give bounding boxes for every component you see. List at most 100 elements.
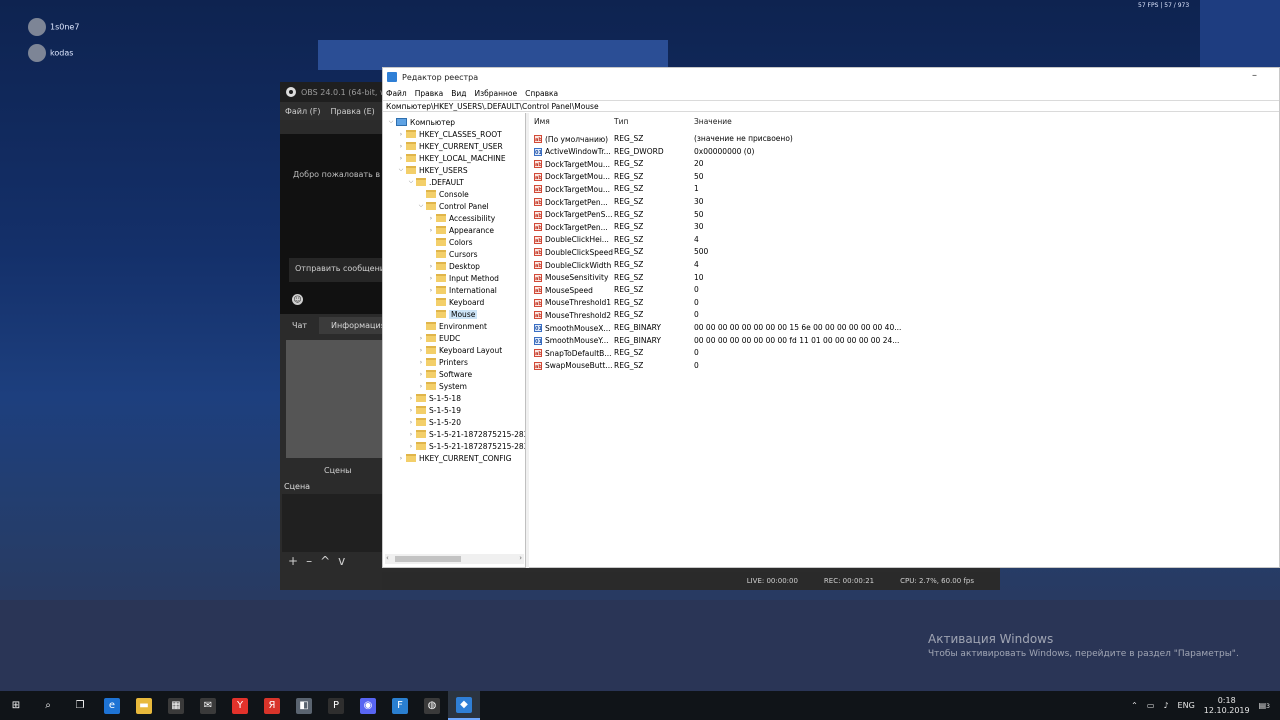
tree-node[interactable]: ⌵ Control Panel xyxy=(417,200,489,212)
tree-node[interactable]: › International xyxy=(427,284,497,296)
tree-node[interactable]: › S-1-5-19 xyxy=(407,404,461,416)
table-row[interactable]: ab DockTargetMou... xyxy=(534,171,610,183)
chevron-right-icon[interactable]: › xyxy=(397,143,405,150)
table-row[interactable]: ab MouseSpeed xyxy=(534,284,593,296)
tree-node[interactable]: › S-1-5-21-1872875215-2837 xyxy=(407,428,525,440)
emoji-icon[interactable]: ☺ xyxy=(292,294,303,305)
chevron-down-icon[interactable]: ⌵ xyxy=(407,178,415,186)
scrollbar-thumb[interactable] xyxy=(395,556,461,562)
chevron-right-icon[interactable]: › xyxy=(397,131,405,138)
volume-icon[interactable]: ♪ xyxy=(1163,701,1168,710)
menu-edit[interactable]: Правка xyxy=(415,89,444,98)
obs-menu-edit[interactable]: Правка (E) xyxy=(331,107,375,116)
table-row[interactable]: ab DoubleClickWidth xyxy=(534,259,611,271)
menu-help[interactable]: Справка xyxy=(525,89,558,98)
tree-node[interactable]: Console xyxy=(417,188,469,200)
tree-node[interactable]: ⌵ Компьютер xyxy=(387,116,455,128)
start-button[interactable]: ⊞ xyxy=(0,691,32,720)
tree-node[interactable]: ⌵ HKEY_USERS xyxy=(397,164,468,176)
table-row[interactable]: ab DockTargetMou... xyxy=(534,158,610,170)
chevron-right-icon[interactable]: › xyxy=(427,227,435,234)
obs-chat-input[interactable]: Отправить сообщение xyxy=(289,258,382,282)
table-row[interactable]: ab SwapMouseButt... xyxy=(534,360,613,372)
tree-node[interactable]: Mouse xyxy=(427,308,478,320)
tree-node[interactable]: Keyboard xyxy=(427,296,484,308)
registry-editor-window[interactable]: Редактор реестра – Файл Правка Вид Избра… xyxy=(382,67,1280,568)
chevron-right-icon[interactable]: › xyxy=(407,431,415,438)
table-row[interactable]: ab DoubleClickSpeed xyxy=(534,246,613,258)
tree-node[interactable]: › S-1-5-21-1872875215-2837 xyxy=(407,440,525,452)
regedit-icon[interactable]: ◆ xyxy=(448,691,480,720)
chevron-right-icon[interactable]: › xyxy=(427,275,435,282)
discord-icon[interactable]: ◉ xyxy=(352,691,384,720)
table-row[interactable]: ab MouseThreshold1 xyxy=(534,297,611,309)
tree-node[interactable]: › EUDC xyxy=(417,332,460,344)
network-icon[interactable]: ▭ xyxy=(1147,701,1155,710)
tab-chat[interactable]: Чат xyxy=(280,317,319,334)
chevron-right-icon[interactable]: › xyxy=(417,371,425,378)
obs-menu-file[interactable]: Файл (F) xyxy=(285,107,321,116)
search-icon[interactable]: ⌕ xyxy=(32,691,64,720)
menu-favorites[interactable]: Избранное xyxy=(475,89,518,98)
chevron-right-icon[interactable]: › xyxy=(407,443,415,450)
column-header-type[interactable]: Тип xyxy=(614,117,628,126)
menu-view[interactable]: Вид xyxy=(451,89,466,98)
language-indicator[interactable]: ENG xyxy=(1178,701,1195,710)
chevron-right-icon[interactable]: › xyxy=(397,455,405,462)
chevron-right-icon[interactable]: › xyxy=(417,383,425,390)
tree-node[interactable]: › S-1-5-20 xyxy=(407,416,461,428)
tree-node[interactable]: Colors xyxy=(427,236,473,248)
regedit-titlebar[interactable]: Редактор реестра xyxy=(383,68,1279,86)
table-row[interactable]: ab DockTargetPen... xyxy=(534,196,608,208)
table-row[interactable]: ab MouseThreshold2 xyxy=(534,309,611,321)
table-row[interactable]: ab MouseSensitivity xyxy=(534,272,608,284)
notifications-icon[interactable]: ▤3 xyxy=(1259,701,1270,710)
chevron-right-icon[interactable]: › xyxy=(417,347,425,354)
clock[interactable]: 0:18 12.10.2019 xyxy=(1204,696,1250,716)
table-row[interactable]: ab DockTargetPenS... xyxy=(534,209,613,221)
tree-node[interactable]: ⌵ .DEFAULT xyxy=(407,176,464,188)
tree-node[interactable]: › Appearance xyxy=(427,224,494,236)
tree-node[interactable]: Cursors xyxy=(427,248,478,260)
menu-file[interactable]: Файл xyxy=(386,89,407,98)
scene-item[interactable]: Сцена xyxy=(284,482,310,491)
chevron-right-icon[interactable]: › xyxy=(407,407,415,414)
registry-tree[interactable]: ⌵ Компьютер › HKEY_CLASSES_ROOT › HKEY_CURREN… xyxy=(383,113,526,568)
yandex-icon[interactable]: Я xyxy=(256,691,288,720)
values-list[interactable]: Имя Тип Значение ab (По умолчанию) REG_SZ(… xyxy=(529,113,1279,568)
tree-node[interactable]: › Keyboard Layout xyxy=(417,344,502,356)
store-icon[interactable]: ▦ xyxy=(160,691,192,720)
tree-node[interactable]: › Accessibility xyxy=(427,212,495,224)
task-view-icon[interactable]: ❐ xyxy=(64,691,96,720)
column-header-name[interactable]: Имя xyxy=(534,117,550,126)
mail-icon[interactable]: ✉ xyxy=(192,691,224,720)
minimize-button[interactable]: – xyxy=(1252,70,1257,81)
column-header-value[interactable]: Значение xyxy=(694,117,732,126)
tree-horizontal-scrollbar[interactable]: ‹ › xyxy=(385,554,524,564)
table-row[interactable]: ab DoubleClickHei... xyxy=(534,234,609,246)
chevron-up-icon[interactable]: ⌃ xyxy=(1131,701,1138,710)
table-row[interactable]: ab DockTargetMou... xyxy=(534,183,610,195)
move-up-button[interactable]: ^ xyxy=(320,554,330,568)
explorer-icon[interactable]: ▬ xyxy=(128,691,160,720)
move-down-button[interactable]: v xyxy=(338,554,345,568)
table-row[interactable]: 01 ActiveWindowTr... xyxy=(534,146,611,158)
chevron-right-icon[interactable]: › xyxy=(417,335,425,342)
chevron-down-icon[interactable]: ⌵ xyxy=(397,166,405,174)
tree-node[interactable]: Environment xyxy=(417,320,487,332)
chevron-down-icon[interactable]: ⌵ xyxy=(417,202,425,210)
table-row[interactable]: ab (По умолчанию) xyxy=(534,133,608,145)
chevron-right-icon[interactable]: › xyxy=(417,359,425,366)
tree-node[interactable]: › HKEY_CURRENT_USER xyxy=(397,140,503,152)
tree-node[interactable]: › Software xyxy=(417,368,472,380)
table-row[interactable]: ab SnapToDefaultB... xyxy=(534,347,611,359)
tree-node[interactable]: › HKEY_LOCAL_MACHINE xyxy=(397,152,506,164)
chevron-right-icon[interactable]: › xyxy=(407,419,415,426)
fortnite-icon[interactable]: F xyxy=(384,691,416,720)
edge-icon[interactable]: e xyxy=(96,691,128,720)
tree-node[interactable]: › HKEY_CURRENT_CONFIG xyxy=(397,452,512,464)
chevron-down-icon[interactable]: ⌵ xyxy=(387,118,395,126)
table-row[interactable]: 01 SmoothMouseX... xyxy=(534,322,611,334)
chevron-right-icon[interactable]: › xyxy=(397,155,405,162)
pubg-icon[interactable]: P xyxy=(320,691,352,720)
